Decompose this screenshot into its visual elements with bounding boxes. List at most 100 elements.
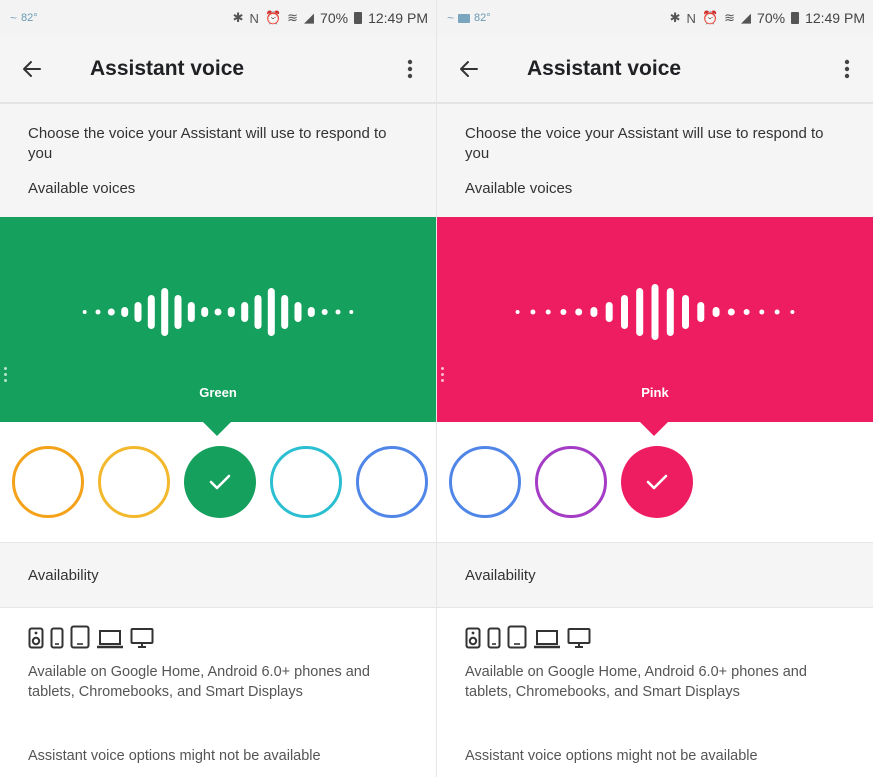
wave-bar xyxy=(636,288,644,336)
voice-swatch[interactable] xyxy=(356,446,428,518)
wave-bar xyxy=(545,309,551,315)
available-voices-label: Available voices xyxy=(28,180,136,197)
wave-bar xyxy=(575,308,583,316)
tablet-icon xyxy=(70,625,90,654)
wave-bar xyxy=(515,310,520,314)
wave-bar xyxy=(281,295,289,329)
wave-bar xyxy=(161,288,169,336)
more-vert-icon[interactable] xyxy=(398,49,422,89)
wave-bar xyxy=(697,302,705,322)
wave-bar xyxy=(759,309,765,315)
wave-bar xyxy=(254,295,262,329)
voice-swatches xyxy=(437,422,873,542)
wave-bar xyxy=(307,307,315,317)
voice-swatch[interactable] xyxy=(184,446,256,518)
page-title: Assistant voice xyxy=(90,57,245,80)
voice-swatch[interactable] xyxy=(535,446,607,518)
battery-icon xyxy=(791,12,800,24)
scroll-handle[interactable] xyxy=(441,367,445,385)
phone-icon xyxy=(487,627,501,654)
wave-bar xyxy=(214,308,222,316)
status-temperature: 82° xyxy=(21,12,38,24)
wave-bar xyxy=(82,310,87,314)
phone-icon xyxy=(50,627,64,654)
more-vert-icon[interactable] xyxy=(835,49,859,89)
wifi-icon: ≋ xyxy=(287,10,299,25)
wave-bar xyxy=(201,307,209,317)
wave-bar xyxy=(774,309,780,315)
wave-bar xyxy=(335,309,341,315)
wave-bar xyxy=(95,309,101,315)
wave-bar xyxy=(605,302,613,322)
app-bar: Assistant voice xyxy=(437,36,873,104)
wave-bar xyxy=(121,307,129,317)
status-time: 12:49 PM xyxy=(368,10,428,26)
device-icons xyxy=(28,625,408,654)
wave-bar xyxy=(241,302,249,322)
wifi-icon: ≋ xyxy=(724,10,736,25)
availability-text: Available on Google Home, Android 6.0+ p… xyxy=(465,664,807,700)
wave-bar xyxy=(712,307,720,317)
phone-screen-green: ~ 82° ✱ N ⏰ ≋ ◢ 70% 12:49 PM Assistant v… xyxy=(0,0,436,777)
status-right: ✱ N ⏰ ≋ ◢ 70% 12:49 PM xyxy=(670,10,865,26)
tilde-icon: ~ xyxy=(447,11,455,25)
status-bar: ~ 82° ✱ N ⏰ ≋ ◢ 70% 12:49 PM xyxy=(437,0,873,36)
wave-bar xyxy=(666,288,674,336)
speaker-icon xyxy=(28,627,44,654)
status-left: ~ 82° xyxy=(447,11,491,25)
voice-swatch[interactable] xyxy=(270,446,342,518)
signal-icon: ◢ xyxy=(741,10,752,25)
bluetooth-icon: ✱ xyxy=(232,10,244,25)
nfc-icon: N xyxy=(249,10,259,26)
tablet-icon xyxy=(507,625,527,654)
selected-voice-name: Pink xyxy=(641,385,669,400)
voice-waveform-icon xyxy=(82,288,354,336)
signal-icon: ◢ xyxy=(304,10,315,25)
banner-pointer xyxy=(640,422,668,436)
wave-bar xyxy=(590,307,598,317)
display-icon xyxy=(130,627,154,654)
wave-bar xyxy=(651,284,659,340)
voice-swatch[interactable] xyxy=(12,446,84,518)
device-icons xyxy=(465,625,845,654)
scroll-handle[interactable] xyxy=(4,367,8,385)
wave-bar xyxy=(790,310,795,314)
wave-bar xyxy=(267,288,275,336)
wave-bar xyxy=(134,302,142,322)
status-left: ~ 82° xyxy=(10,11,38,25)
status-bar: ~ 82° ✱ N ⏰ ≋ ◢ 70% 12:49 PM xyxy=(0,0,436,36)
wave-bar xyxy=(530,309,536,315)
page-title: Assistant voice xyxy=(527,57,682,80)
nfc-icon: N xyxy=(686,10,696,26)
availability-body: Available on Google Home, Android 6.0+ p… xyxy=(0,608,436,718)
wave-bar xyxy=(621,295,628,329)
alarm-icon: ⏰ xyxy=(264,10,282,25)
wave-bar xyxy=(187,302,195,322)
app-bar: Assistant voice xyxy=(0,36,436,104)
banner-pointer xyxy=(203,422,231,436)
availability-body: Available on Google Home, Android 6.0+ p… xyxy=(437,608,873,718)
selected-voice-name: Green xyxy=(199,385,237,400)
voice-description: Choose the voice your Assistant will use… xyxy=(465,125,824,162)
wave-bar xyxy=(682,295,689,329)
voice-swatch[interactable] xyxy=(621,446,693,518)
arrow-left-icon[interactable] xyxy=(459,49,499,89)
content: Choose the voice your Assistant will use… xyxy=(0,104,436,217)
image-icon xyxy=(458,13,471,23)
phone-screen-pink: ~ 82° ✱ N ⏰ ≋ ◢ 70% 12:49 PM Assistant v… xyxy=(436,0,873,777)
arrow-left-icon[interactable] xyxy=(22,49,62,89)
voice-waveform-icon xyxy=(515,284,795,340)
availability-note: Assistant voice options might not be ava… xyxy=(437,718,873,766)
wave-bar xyxy=(227,307,235,317)
availability-heading: Availability xyxy=(437,542,873,608)
voice-banner: Green xyxy=(0,217,436,436)
content: Choose the voice your Assistant will use… xyxy=(437,104,873,217)
wave-bar xyxy=(174,295,182,329)
battery-percent: 70% xyxy=(757,10,786,26)
voice-swatch[interactable] xyxy=(98,446,170,518)
voice-swatch[interactable] xyxy=(449,446,521,518)
wave-bar xyxy=(147,295,155,329)
voice-banner: Pink xyxy=(437,217,873,436)
availability-heading: Availability xyxy=(0,542,436,608)
laptop-icon xyxy=(533,629,561,654)
